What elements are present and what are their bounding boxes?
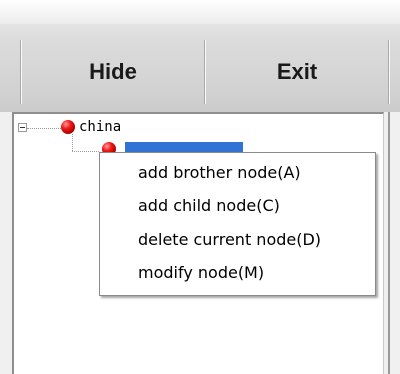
exit-button[interactable]: Exit [206, 40, 388, 104]
toolbar-separator [388, 40, 390, 104]
menu-item-label: add brother node(A) [138, 163, 301, 182]
right-panel-edge [384, 112, 400, 374]
collapse-toggle-icon[interactable] [18, 123, 27, 132]
menu-item-label: add child node(C) [138, 196, 280, 215]
menu-item-modify-node[interactable]: modify node(M) [138, 261, 264, 285]
menu-item-add-child-node[interactable]: add child node(C) [138, 194, 280, 218]
menu-item-label: modify node(M) [138, 263, 265, 282]
menu-item-add-brother-node[interactable]: add brother node(A) [138, 161, 301, 185]
tree-connector-line [27, 128, 61, 129]
tree-node-label: china [79, 119, 122, 135]
hide-button-label: Hide [89, 59, 137, 84]
context-menu: add brother node(A) add child node(C) de… [99, 152, 376, 296]
exit-button-label: Exit [276, 59, 318, 84]
red-ball-icon [61, 120, 75, 134]
tree-connector-line [72, 151, 99, 152]
menu-item-delete-current-node[interactable]: delete current node(D) [138, 228, 321, 252]
menu-item-label: delete current node(D) [138, 230, 322, 249]
tree-node-china[interactable]: china [79, 119, 121, 135]
hide-button[interactable]: Hide [22, 40, 204, 104]
toolbar: Hide Exit [0, 0, 400, 112]
tree-connector-line [72, 134, 73, 151]
toolbar-top-shade [0, 0, 400, 24]
